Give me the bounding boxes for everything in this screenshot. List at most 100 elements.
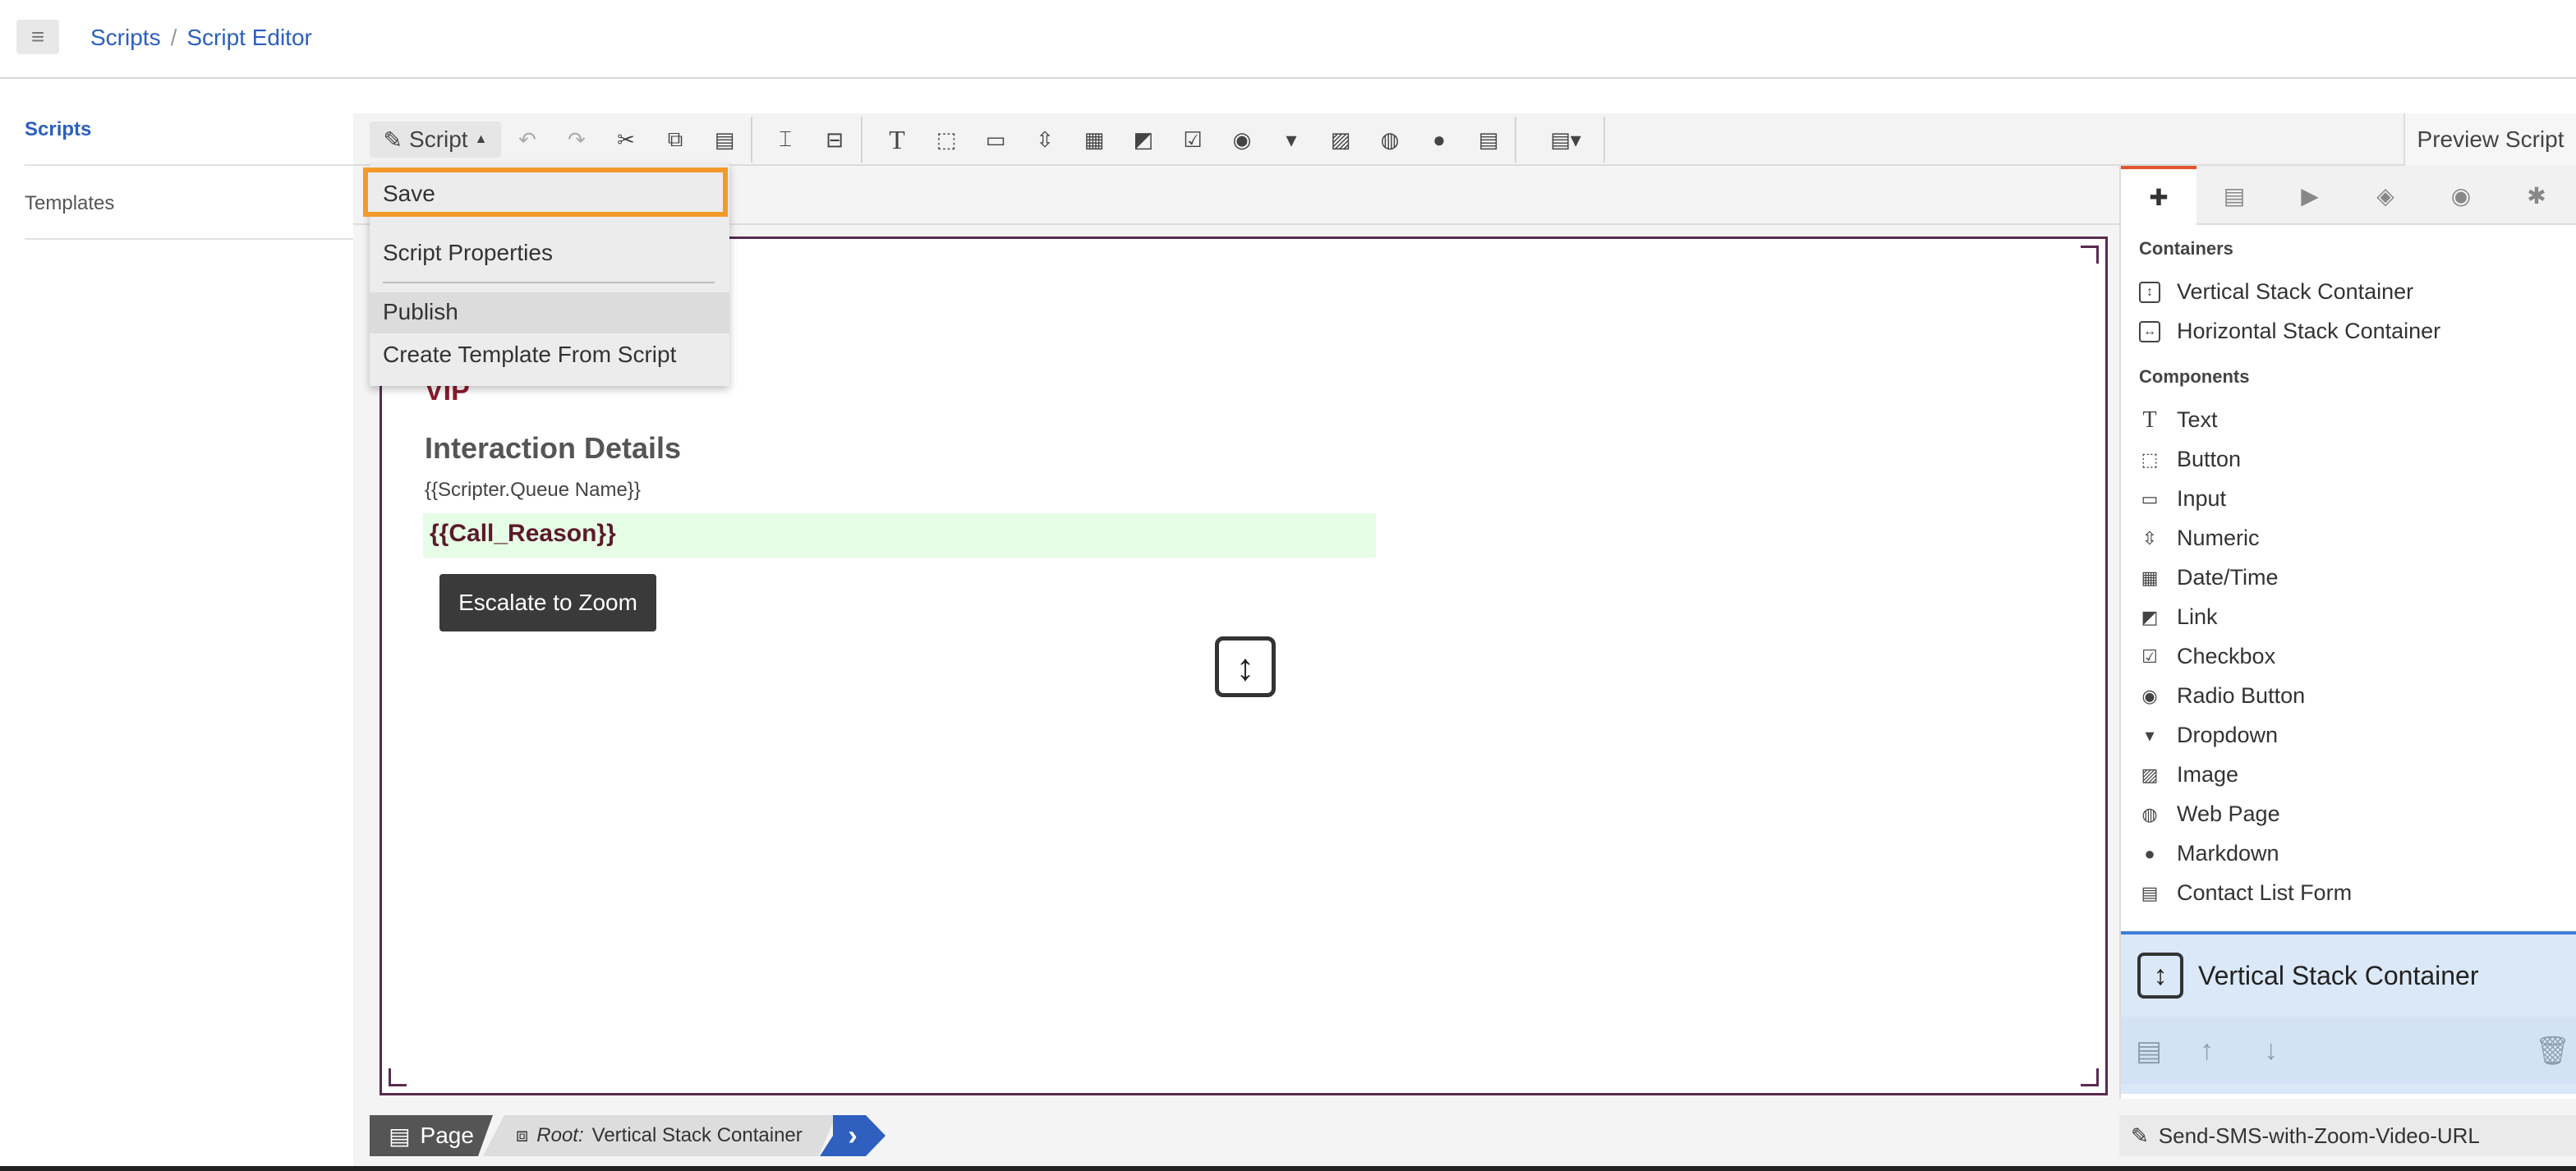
move-up-icon[interactable]: ↑ [2200, 1035, 2214, 1067]
palette-dropdown[interactable]: ▾ Dropdown [2139, 723, 2278, 748]
editor-toolbar: ✎ Script ▲ ↶ ↷ ✂ ⧉ ▤ ⌶ ⊟ T ⬚ ▭ ⇳ ▦ ◩ ☑ ◉… [353, 113, 2576, 166]
text-icon[interactable]: T [879, 122, 915, 158]
palette-item-label: Vertical Stack Container [2177, 279, 2414, 304]
numeric-icon[interactable]: ⇳ [1027, 122, 1063, 158]
panel-tabs: ✚ ▤ ▶ ◈ ◉ ✱ [2121, 166, 2576, 225]
palette-checkbox[interactable]: ☑ Checkbox [2139, 644, 2275, 669]
palette-item-label: Button [2177, 447, 2242, 471]
cube-tab-icon[interactable]: ◈ [2348, 166, 2423, 225]
web-page-icon[interactable]: ◍ [1372, 122, 1408, 158]
paste-icon[interactable]: ▤ [706, 122, 743, 158]
canvas-corner [389, 1068, 407, 1086]
toolbar-divider [751, 117, 752, 163]
contact-list-form-icon[interactable]: ▤ [1470, 122, 1506, 158]
palette-image[interactable]: ▨ Image [2139, 762, 2238, 788]
crumb-page-label: Page [420, 1123, 474, 1148]
palette-radio-button[interactable]: ◉ Radio Button [2139, 683, 2305, 709]
palette-item-label: Link [2177, 604, 2218, 629]
layout-menu-icon[interactable]: ▤▾ [1536, 122, 1595, 158]
redo-icon[interactable]: ↷ [559, 122, 595, 158]
palette-item-label: Radio Button [2177, 683, 2306, 708]
interaction-details-heading[interactable]: Interaction Details [425, 431, 681, 466]
palette-item-label: Text [2177, 407, 2218, 432]
palette-web-page[interactable]: ◍ Web Page [2139, 801, 2279, 827]
hamburger-menu-icon[interactable]: ≡ [16, 20, 59, 54]
nav-item-templates[interactable]: Templates [25, 192, 353, 240]
breadcrumb: Scripts / Script Editor [90, 25, 312, 51]
palette-item-label: Numeric [2177, 526, 2260, 550]
script-name-label: Send-SMS-with-Zoom-Video-URL [2158, 1123, 2480, 1148]
image-icon: ▨ [2141, 764, 2159, 785]
menu-item-create-template[interactable]: Create Template From Script [383, 342, 676, 368]
vertical-stack-icon[interactable]: ⌶ [767, 122, 803, 158]
bug-tab-icon[interactable]: ✱ [2499, 166, 2574, 225]
palette-item-label: Input [2177, 486, 2227, 511]
script-name-indicator: ✎ Send-SMS-with-Zoom-Video-URL [2119, 1115, 2576, 1156]
palette-link[interactable]: ◩ Link [2139, 604, 2218, 630]
button-icon[interactable]: ⬚ [928, 122, 964, 158]
palette-datetime[interactable]: ▦ Date/Time [2139, 565, 2279, 590]
call-reason-text[interactable]: {{Call_Reason}} [423, 513, 1376, 558]
menu-item-save[interactable]: Save [363, 168, 728, 217]
document-tab-icon[interactable]: ▤ [2196, 166, 2272, 225]
palette-button[interactable]: ⬚ Button [2139, 447, 2241, 472]
palette-item-label: Dropdown [2177, 723, 2279, 747]
palette-item-label: Checkbox [2177, 644, 2276, 668]
input-icon[interactable]: ▭ [978, 122, 1014, 158]
dropdown-icon[interactable]: ▾ [1273, 122, 1309, 158]
preview-script-button[interactable]: Preview Script [2404, 113, 2576, 166]
toolbar-divider [861, 117, 862, 163]
document-icon: ▤ [389, 1123, 411, 1149]
delete-icon[interactable]: 🗑 [2535, 1035, 2570, 1068]
cut-icon[interactable]: ✂ [608, 122, 644, 158]
hierarchy-icon: ⧈ [516, 1124, 529, 1146]
layout-icon[interactable]: ▤ [2136, 1035, 2162, 1068]
button-icon: ⬚ [2141, 448, 2159, 470]
breadcrumb-script-editor-link[interactable]: Script Editor [186, 25, 312, 51]
script-icon: ✎ [2131, 1123, 2149, 1148]
radio-button-icon[interactable]: ◉ [1224, 122, 1260, 158]
toolbar-divider [1603, 117, 1605, 163]
palette-horizontal-stack-container[interactable]: ↔ Horizontal Stack Container [2139, 319, 2440, 344]
components-header: Components [2139, 366, 2250, 387]
selected-component-actions: ▤ ↑ ↓ 🗑 [2121, 1017, 2576, 1084]
palette-vertical-stack-container[interactable]: ↕ Vertical Stack Container [2139, 279, 2413, 305]
contact-list-form-icon: ▤ [2141, 882, 2159, 903]
move-down-icon[interactable]: ↓ [2264, 1035, 2278, 1067]
copy-icon[interactable]: ⧉ [657, 122, 693, 158]
containers-header: Containers [2139, 238, 2233, 259]
palette-text[interactable]: T Text [2139, 407, 2218, 433]
components-tab-puzzle-icon[interactable]: ✚ [2121, 166, 2196, 225]
palette-contact-list-form[interactable]: ▤ Contact List Form [2139, 880, 2352, 906]
window-bottom-edge [0, 1166, 2576, 1171]
script-dropdown-menu: Save Script Properties Publish Create Te… [363, 164, 729, 386]
radio-button-icon: ◉ [2141, 685, 2158, 706]
vertical-stack-icon: ↕ [2139, 281, 2160, 303]
horizontal-stack-icon: ↔ [2139, 320, 2160, 342]
script-icon: ✎ [383, 126, 403, 153]
palette-markdown[interactable]: ● Markdown [2139, 841, 2279, 866]
script-menu-button[interactable]: ✎ Script ▲ [370, 122, 501, 158]
canvas-corner [2081, 246, 2099, 264]
datetime-icon[interactable]: ▦ [1076, 122, 1112, 158]
queue-name-text[interactable]: {{Scripter.Queue Name}} [425, 479, 641, 502]
markdown-icon[interactable]: ● [1421, 122, 1457, 158]
play-tab-icon[interactable]: ▶ [2272, 166, 2348, 225]
palette-numeric[interactable]: ⇳ Numeric [2139, 526, 2260, 551]
vertical-stack-container-icon[interactable]: ↕ [1215, 636, 1276, 697]
menu-item-publish[interactable]: Publish [383, 299, 458, 325]
image-icon[interactable]: ▨ [1322, 122, 1359, 158]
horizontal-stack-icon[interactable]: ⊟ [816, 122, 853, 158]
checkbox-icon[interactable]: ☑ [1175, 122, 1211, 158]
menu-item-script-properties[interactable]: Script Properties [383, 240, 553, 266]
link-icon[interactable]: ◩ [1125, 122, 1162, 158]
palette-input[interactable]: ▭ Input [2139, 486, 2226, 512]
eye-tab-icon[interactable]: ◉ [2423, 166, 2499, 225]
nav-item-scripts[interactable]: Scripts [25, 118, 353, 166]
crumb-page[interactable]: ▤ Page [370, 1115, 493, 1156]
crumb-root[interactable]: ⧈ Root: Vertical Stack Container [483, 1115, 836, 1156]
link-icon: ◩ [2141, 606, 2159, 627]
undo-icon[interactable]: ↶ [509, 122, 545, 158]
escalate-to-zoom-button[interactable]: Escalate to Zoom [439, 574, 656, 631]
breadcrumb-scripts-link[interactable]: Scripts [90, 25, 161, 51]
